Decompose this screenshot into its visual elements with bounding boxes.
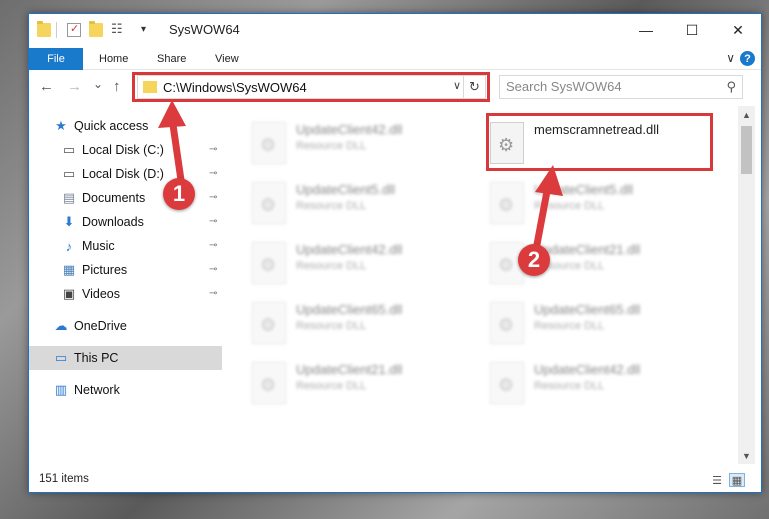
arrowhead-step-1 (158, 100, 186, 128)
step-2-badge: 2 (518, 244, 550, 276)
arrowhead-step-2 (535, 165, 563, 196)
step-1-badge: 1 (163, 178, 195, 210)
annotation-arrows (158, 100, 563, 259)
arrow-step-1 (168, 114, 185, 184)
